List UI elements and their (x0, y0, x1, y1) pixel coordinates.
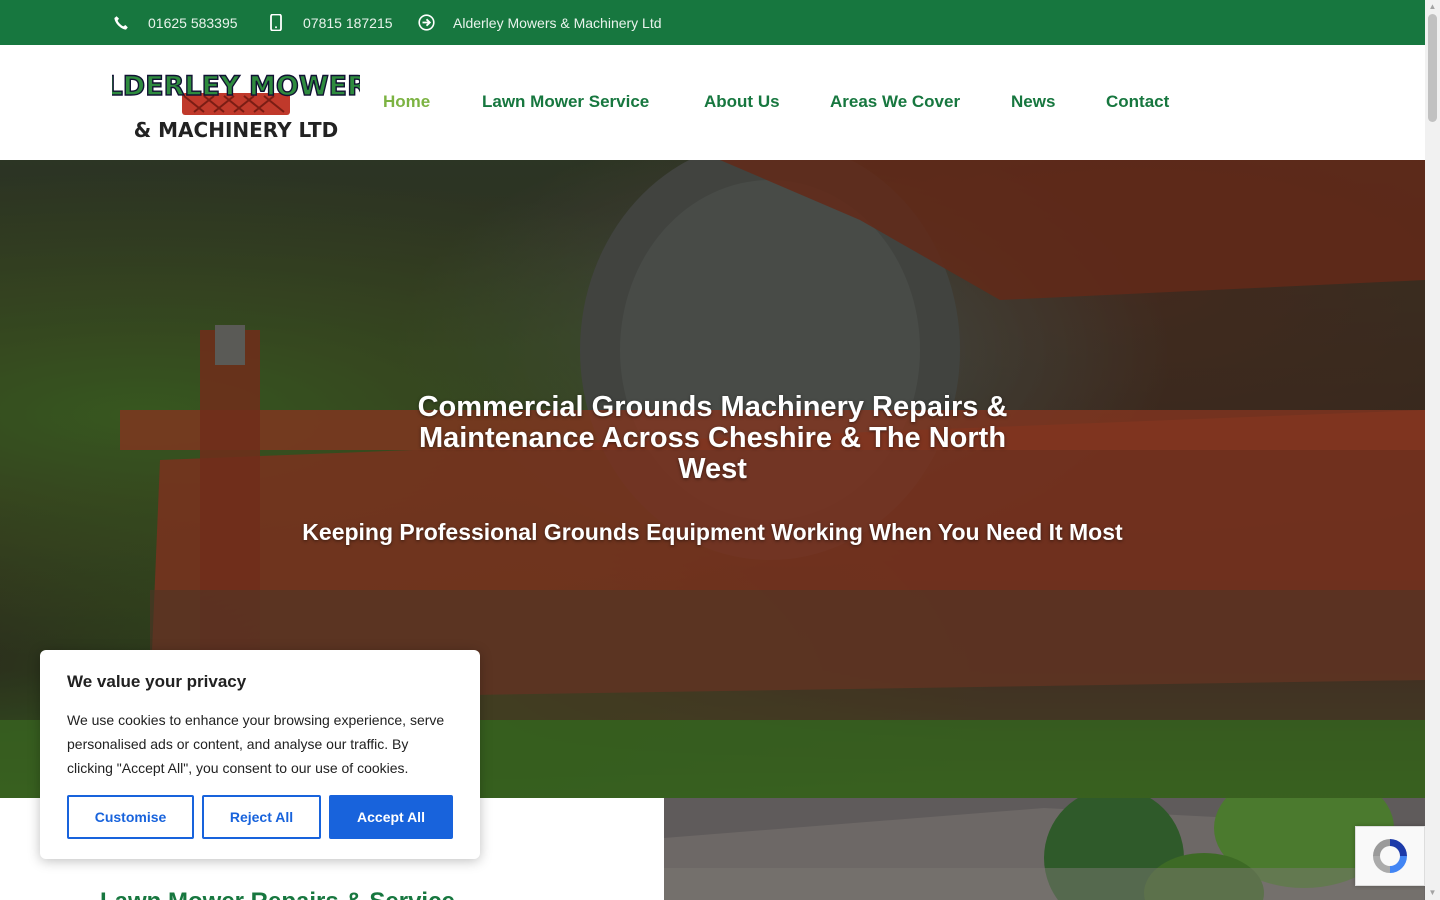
landline-number: 01625 583395 (148, 14, 238, 31)
svg-text:ALDERLEY MOWERS: ALDERLEY MOWERS (112, 71, 360, 102)
site-header: ALDERLEY MOWERS & MACHINERY LTD Home Law… (0, 45, 1425, 160)
mobile-contact[interactable]: 07815 187215 (267, 0, 393, 45)
accept-all-button[interactable]: Accept All (329, 795, 453, 839)
page: 01625 583395 07815 187215 Alderley Mower… (0, 0, 1440, 900)
top-contact-bar: 01625 583395 07815 187215 Alderley Mower… (0, 0, 1425, 45)
house-photo (664, 798, 1425, 900)
page-scrollbar[interactable]: ▲ ▼ (1425, 0, 1440, 900)
landline-contact[interactable]: 01625 583395 (112, 0, 238, 45)
company-link[interactable]: Alderley Mowers & Machinery Ltd (417, 0, 662, 45)
nav-lawn-mower-service[interactable]: Lawn Mower Service (482, 92, 649, 112)
recaptcha-badge[interactable] (1355, 826, 1425, 886)
section-heading: Lawn Mower Repairs & Service (100, 888, 455, 900)
cookie-title: We value your privacy (67, 672, 247, 691)
nav-areas-we-cover[interactable]: Areas We Cover (830, 92, 960, 112)
mobile-icon (267, 14, 285, 32)
logo[interactable]: ALDERLEY MOWERS & MACHINERY LTD (84, 65, 388, 143)
nav-contact[interactable]: Contact (1106, 92, 1169, 112)
company-name: Alderley Mowers & Machinery Ltd (453, 14, 662, 31)
nav-home[interactable]: Home (383, 92, 430, 112)
hero-subtitle: Keeping Professional Grounds Equipment W… (302, 519, 1123, 545)
recaptcha-icon (1373, 839, 1407, 873)
hero-title: Commercial Grounds Machinery Repairs & M… (417, 391, 1008, 485)
reject-all-button[interactable]: Reject All (202, 795, 321, 839)
scroll-down-arrow-icon[interactable]: ▼ (1428, 888, 1437, 897)
scroll-up-arrow-icon[interactable]: ▲ (1428, 2, 1437, 11)
customise-button[interactable]: Customise (67, 795, 194, 839)
mobile-number: 07815 187215 (303, 14, 393, 31)
svg-text:& MACHINERY LTD: & MACHINERY LTD (134, 118, 338, 142)
phone-icon (112, 14, 130, 32)
arrow-circle-right-icon (417, 14, 435, 32)
cookie-body: We use cookies to enhance your browsing … (67, 712, 445, 776)
cookie-consent-banner: We value your privacy We use cookies to … (40, 650, 480, 859)
scroll-thumb[interactable] (1428, 14, 1437, 122)
nav-news[interactable]: News (1011, 92, 1055, 112)
nav-about-us[interactable]: About Us (704, 92, 780, 112)
